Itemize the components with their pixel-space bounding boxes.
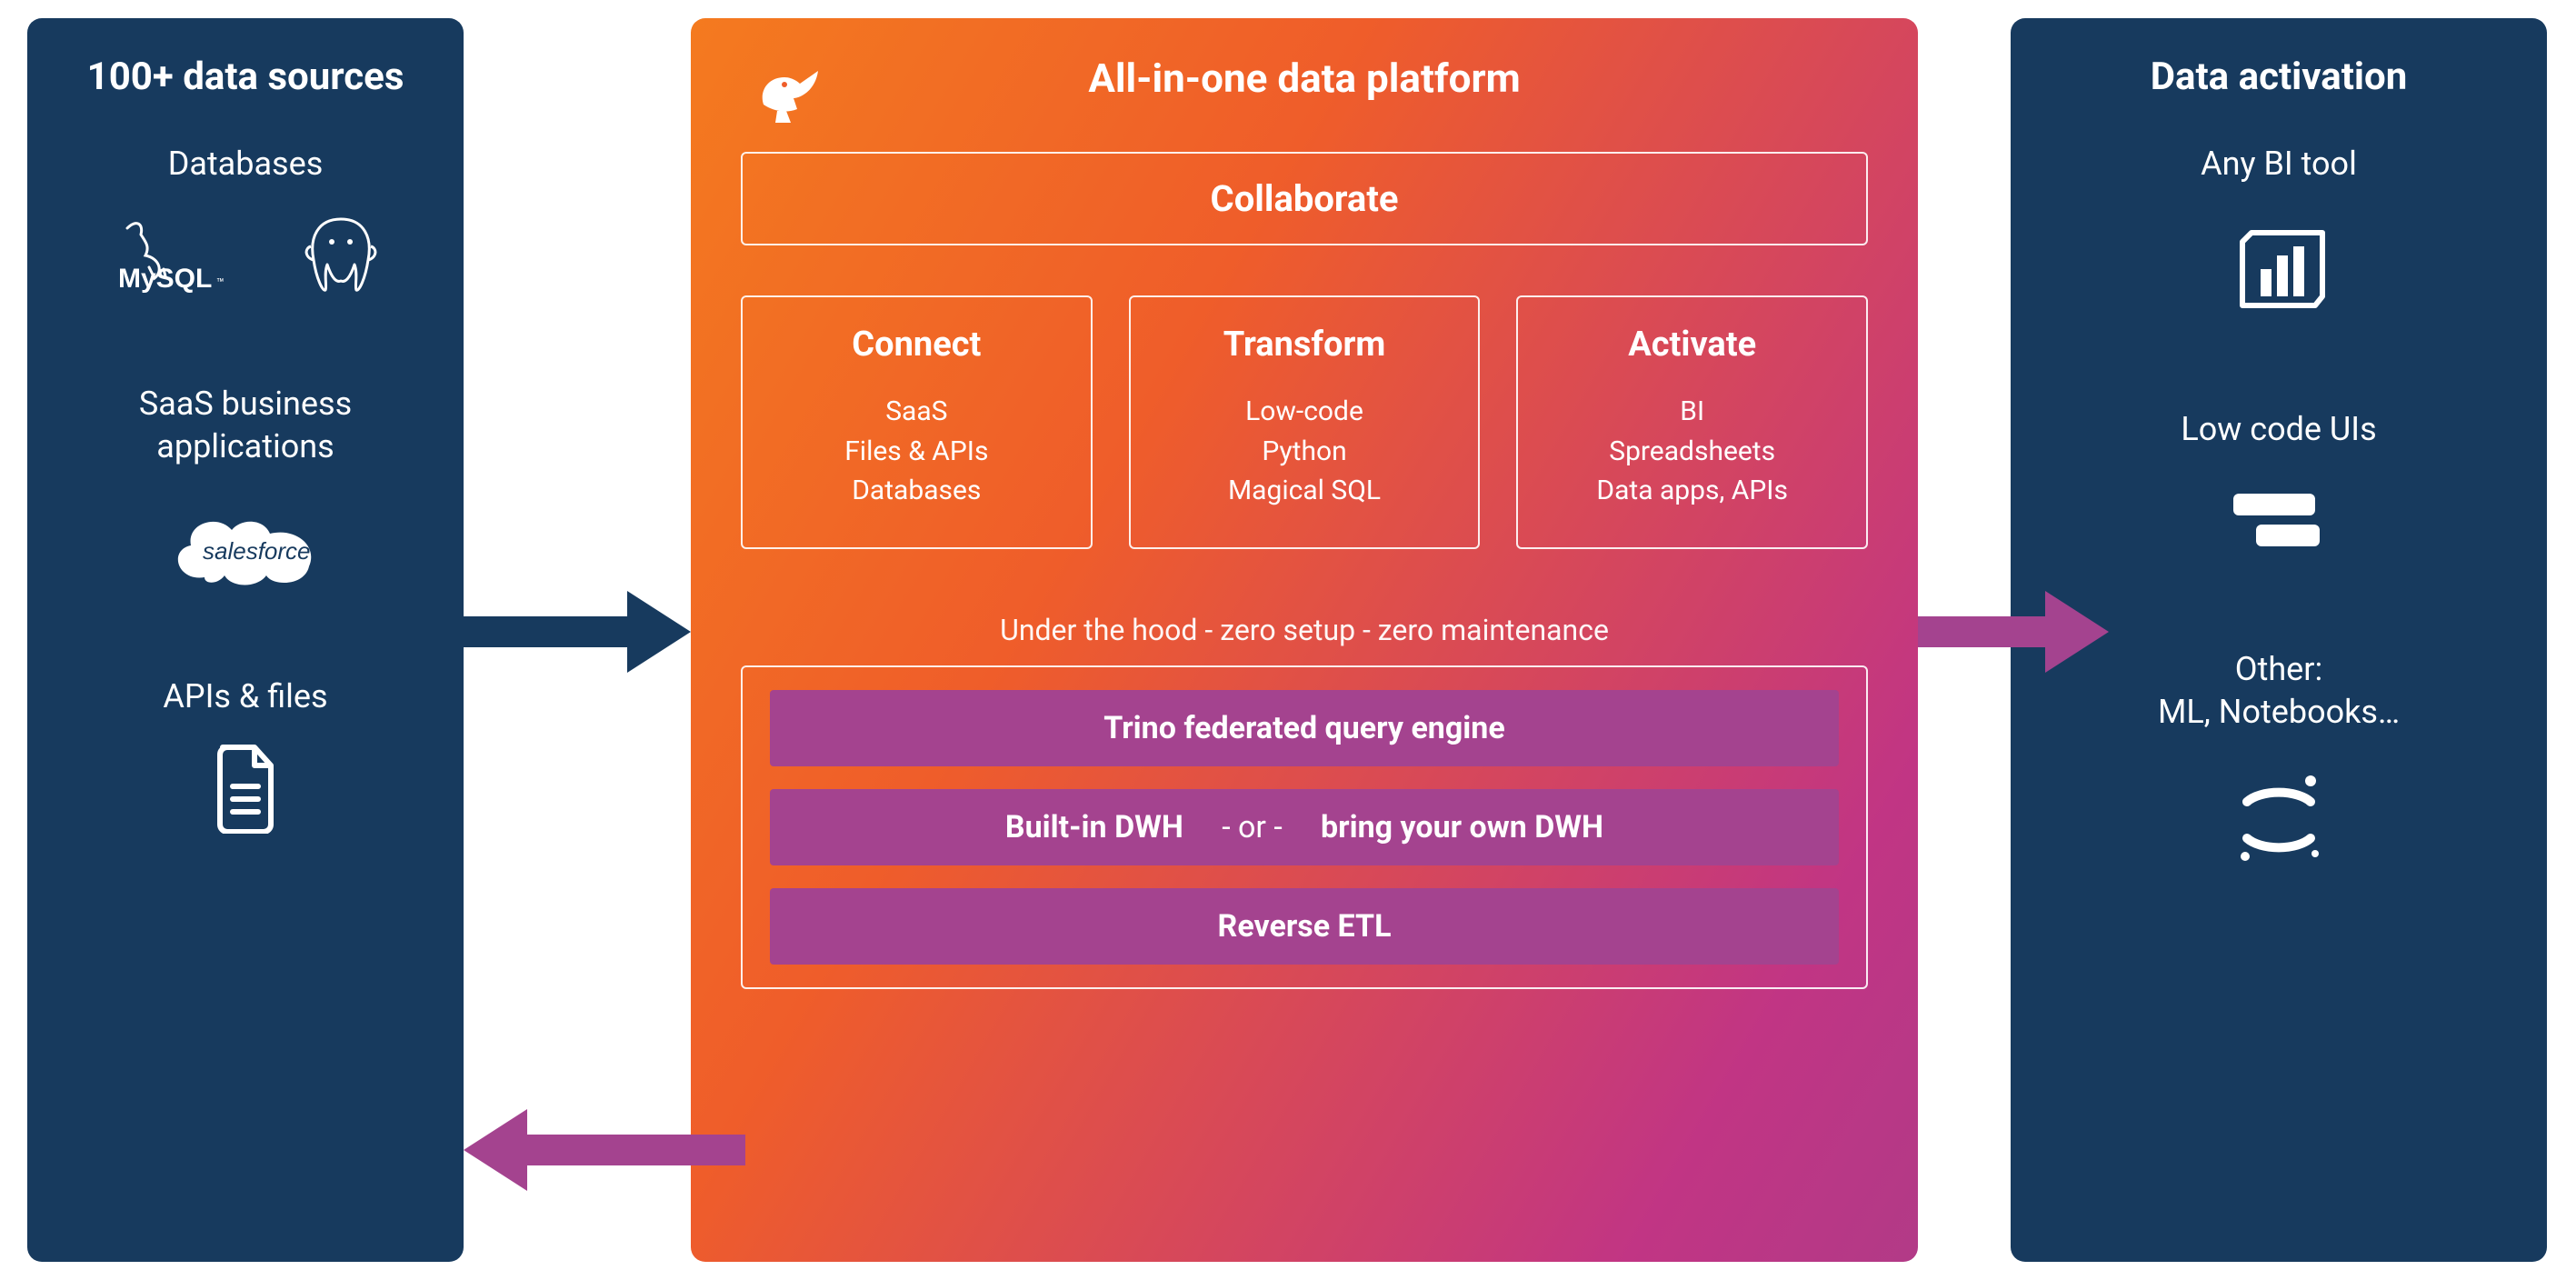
transform-line-3: Magical SQL [1149, 471, 1461, 511]
activation-other-section: Other: ML, Notebooks… [2038, 648, 2520, 870]
sources-group-saas: SaaS business applications salesforce [55, 383, 436, 595]
bars-icon [2038, 485, 2520, 557]
platform-panel: All-in-one data platform Collaborate Con… [691, 18, 1918, 1262]
transform-title: Transform [1149, 325, 1461, 365]
transform-line-2: Python [1149, 432, 1461, 472]
saas-icons: salesforce [55, 495, 436, 595]
transform-lines: Low-code Python Magical SQL [1149, 392, 1461, 511]
connect-lines: SaaS Files & APIs Databases [761, 392, 1073, 511]
connect-title: Connect [761, 325, 1073, 365]
svg-text:MySQL: MySQL [118, 264, 212, 294]
connect-line-3: Databases [761, 471, 1073, 511]
saas-label: SaaS business applications [55, 383, 436, 468]
connect-box: Connect SaaS Files & APIs Databases [741, 295, 1093, 549]
apis-files-label: APIs & files [55, 677, 436, 715]
trino-bar: Trino federated query engine [770, 690, 1839, 766]
activate-title: Activate [1536, 325, 1848, 365]
powerbi-icon [2038, 219, 2520, 319]
activate-line-2: Spreadsheets [1536, 432, 1848, 472]
arrow-platform-to-activation [1918, 582, 2109, 633]
dwh-builtin: Built-in DWH [1005, 809, 1183, 845]
salesforce-icon: salesforce [159, 495, 332, 595]
collaborate-box: Collaborate [741, 152, 1868, 245]
dwh-sep: - or - [1222, 809, 1283, 845]
jupyter-icon [2038, 770, 2520, 870]
svg-text:salesforce: salesforce [203, 537, 311, 565]
capability-row: Connect SaaS Files & APIs Databases Tran… [741, 295, 1868, 549]
under-hood-box: Trino federated query engine Built-in DW… [741, 665, 1868, 989]
arrow-sources-to-platform [464, 582, 691, 633]
under-hood-label: Under the hood - zero setup - zero maint… [741, 613, 1868, 647]
activate-box: Activate BI Spreadsheets Data apps, APIs [1516, 295, 1868, 549]
mysql-icon: MySQL ™ [109, 215, 273, 296]
platform-title: All-in-one data platform [741, 55, 1868, 102]
data-activation-title: Data activation [2038, 55, 2520, 99]
pelican-logo-icon [750, 55, 823, 131]
svg-text:™: ™ [216, 276, 225, 291]
data-sources-title: 100+ data sources [55, 55, 436, 99]
arrow-reverse-etl-back [464, 1100, 745, 1151]
platform-header: All-in-one data platform [741, 55, 1868, 102]
lowcode-label: Low code UIs [2038, 410, 2520, 448]
reverse-etl-bar: Reverse ETL [770, 888, 1839, 965]
apis-files-icons [55, 743, 436, 834]
activate-line-3: Data apps, APIs [1536, 471, 1848, 511]
sources-group-databases: Databases MySQL ™ [55, 145, 436, 301]
sources-group-apis: APIs & files [55, 677, 436, 834]
activate-lines: BI Spreadsheets Data apps, APIs [1536, 392, 1848, 511]
file-icon [209, 743, 282, 834]
postgres-elephant-icon [300, 210, 382, 301]
transform-box: Transform Low-code Python Magical SQL [1129, 295, 1481, 549]
activation-bi-section: Any BI tool [2038, 145, 2520, 319]
data-sources-panel: 100+ data sources Databases MySQL ™ [27, 18, 464, 1262]
connect-line-1: SaaS [761, 392, 1073, 432]
dwh-own: bring your own DWH [1321, 809, 1603, 845]
databases-label: Databases [55, 145, 436, 183]
dwh-bar: Built-in DWH - or - bring your own DWH [770, 789, 1839, 865]
transform-line-1: Low-code [1149, 392, 1461, 432]
activate-line-1: BI [1536, 392, 1848, 432]
activation-lowcode-section: Low code UIs [2038, 410, 2520, 557]
databases-icons: MySQL ™ [55, 210, 436, 301]
bi-tool-label: Any BI tool [2038, 145, 2520, 183]
other-label: Other: ML, Notebooks… [2038, 648, 2520, 734]
connect-line-2: Files & APIs [761, 432, 1073, 472]
